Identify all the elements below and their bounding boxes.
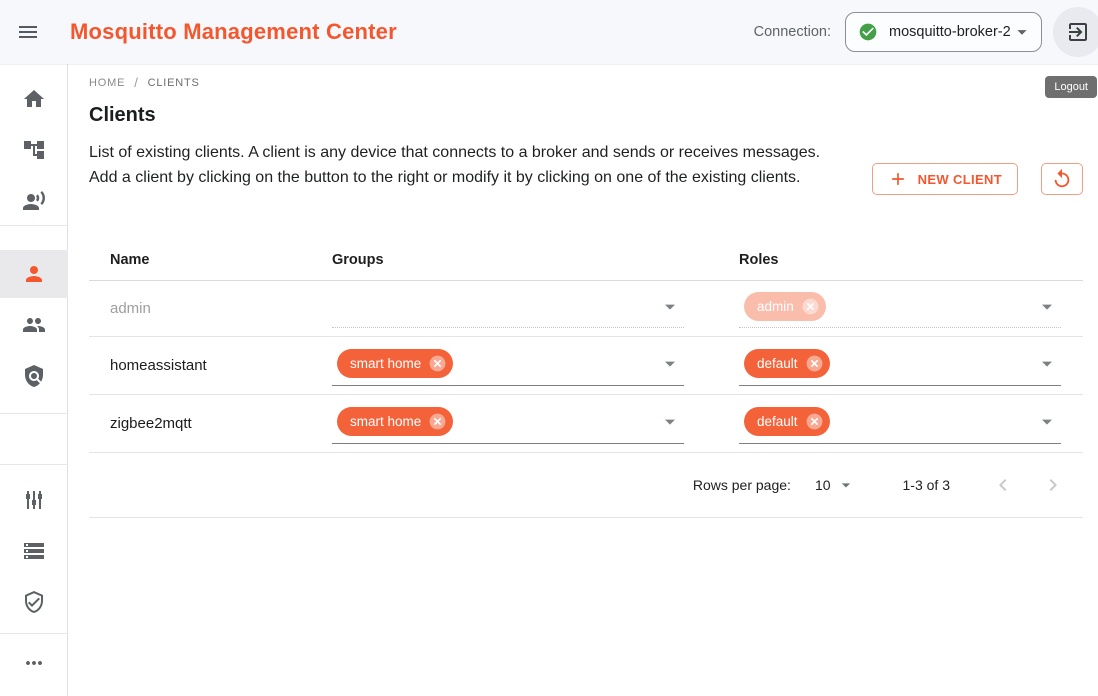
menu-button[interactable] bbox=[8, 12, 48, 52]
sidebar-item-roles[interactable] bbox=[0, 352, 68, 400]
page-title: Clients bbox=[89, 104, 156, 127]
group-chip-label: smart home bbox=[350, 414, 421, 429]
top-app-bar: Mosquitto Management Center Connection: … bbox=[0, 0, 1098, 64]
role-chip-label: default bbox=[757, 414, 798, 429]
role-chip[interactable]: default bbox=[744, 407, 830, 436]
page-actions: NEW CLIENT bbox=[872, 163, 1083, 195]
chevron-down-icon bbox=[658, 351, 682, 375]
sidebar-item-more[interactable] bbox=[0, 639, 68, 687]
topology-icon bbox=[22, 138, 46, 162]
connection-status-ok-icon bbox=[858, 22, 878, 42]
table-row[interactable]: zigbee2mqtt smart home default bbox=[89, 395, 1083, 453]
role-chip[interactable]: default bbox=[744, 349, 830, 378]
sidebar-item-security[interactable] bbox=[0, 578, 68, 626]
roles-select[interactable]: default bbox=[739, 395, 1061, 452]
person-icon bbox=[22, 262, 46, 286]
group-chip[interactable]: smart home bbox=[337, 407, 453, 436]
plus-icon bbox=[888, 169, 908, 189]
groups-select[interactable] bbox=[332, 281, 684, 336]
sidebar-divider bbox=[0, 633, 68, 634]
page-description: List of existing clients. A client is an… bbox=[89, 140, 826, 190]
logout-button[interactable] bbox=[1053, 7, 1098, 57]
client-name: zigbee2mqtt bbox=[110, 415, 332, 432]
client-name: homeassistant bbox=[110, 357, 332, 374]
breadcrumb: HOME / CLIENTS bbox=[89, 75, 200, 90]
policy-icon bbox=[22, 364, 46, 388]
sidebar-item-clients[interactable] bbox=[0, 250, 68, 298]
sidebar-item-logs[interactable] bbox=[0, 527, 68, 575]
app-window: Mosquitto Management Center Connection: … bbox=[0, 0, 1098, 696]
refresh-button[interactable] bbox=[1041, 163, 1083, 195]
chip-cancel-icon[interactable] bbox=[428, 354, 447, 373]
role-chip[interactable]: admin bbox=[744, 292, 826, 321]
sidebar-item-streams[interactable] bbox=[0, 177, 68, 225]
chip-cancel-icon[interactable] bbox=[805, 354, 824, 373]
roles-select[interactable]: admin bbox=[739, 281, 1061, 336]
logout-tooltip: Logout bbox=[1045, 76, 1097, 98]
rows-per-page-value: 10 bbox=[815, 477, 831, 493]
breadcrumb-home-link[interactable]: HOME bbox=[89, 77, 125, 89]
table-row[interactable]: admin admin bbox=[89, 281, 1083, 337]
chip-cancel-icon[interactable] bbox=[805, 412, 824, 431]
table-pagination: Rows per page: 10 1-3 of 3 bbox=[89, 453, 1083, 518]
sidebar-divider bbox=[0, 413, 68, 414]
previous-page-button[interactable] bbox=[986, 468, 1020, 502]
chevron-down-icon bbox=[1035, 294, 1059, 318]
table-header-row: Name Groups Roles bbox=[89, 240, 1083, 281]
sidebar-item-settings[interactable] bbox=[0, 476, 68, 524]
chevron-down-icon bbox=[1035, 351, 1059, 375]
sidebar-nav bbox=[0, 64, 68, 696]
sidebar-divider bbox=[0, 464, 68, 465]
main-content: HOME / CLIENTS Clients List of existing … bbox=[69, 64, 1098, 696]
group-chip-label: smart home bbox=[350, 356, 421, 371]
column-header-roles: Roles bbox=[739, 252, 1083, 268]
group-chip[interactable]: smart home bbox=[337, 349, 453, 378]
connection-value: mosquitto-broker-2 bbox=[889, 24, 1011, 40]
column-header-groups: Groups bbox=[332, 252, 739, 268]
storage-icon bbox=[22, 539, 46, 563]
chevron-down-icon bbox=[658, 409, 682, 433]
rows-per-page-select[interactable]: 10 bbox=[815, 475, 856, 495]
chevron-down-icon bbox=[658, 294, 682, 318]
groups-select[interactable]: smart home bbox=[332, 337, 684, 394]
breadcrumb-current: CLIENTS bbox=[148, 77, 200, 89]
logout-icon bbox=[1066, 20, 1090, 44]
role-chip-label: default bbox=[757, 356, 798, 371]
client-name: admin bbox=[110, 300, 332, 317]
breadcrumb-separator: / bbox=[134, 75, 138, 90]
chevron-down-icon bbox=[1035, 409, 1059, 433]
connection-select[interactable]: mosquitto-broker-2 bbox=[845, 12, 1042, 52]
table-row[interactable]: homeassistant smart home default bbox=[89, 337, 1083, 395]
sidebar-divider bbox=[0, 225, 68, 226]
home-icon bbox=[22, 87, 46, 111]
next-page-button[interactable] bbox=[1036, 468, 1070, 502]
chip-cancel-icon[interactable] bbox=[801, 297, 820, 316]
roles-select[interactable]: default bbox=[739, 337, 1061, 394]
chip-cancel-icon[interactable] bbox=[428, 412, 447, 431]
chevron-left-icon bbox=[991, 473, 1015, 497]
chevron-down-icon bbox=[1011, 21, 1033, 43]
record-voice-over-icon bbox=[22, 189, 46, 213]
more-horiz-icon bbox=[22, 651, 46, 675]
new-client-button-label: NEW CLIENT bbox=[918, 172, 1002, 187]
role-chip-label: admin bbox=[757, 299, 794, 314]
pagination-range: 1-3 of 3 bbox=[903, 477, 950, 493]
sidebar-item-home[interactable] bbox=[0, 75, 68, 123]
chevron-down-icon bbox=[836, 475, 856, 495]
people-icon bbox=[22, 313, 46, 337]
groups-select[interactable]: smart home bbox=[332, 395, 684, 452]
sidebar-item-groups[interactable] bbox=[0, 301, 68, 349]
hamburger-icon bbox=[16, 20, 40, 44]
sidebar-item-topology[interactable] bbox=[0, 126, 68, 174]
chevron-right-icon bbox=[1041, 473, 1065, 497]
refresh-icon bbox=[1051, 168, 1073, 190]
rows-per-page-label: Rows per page: bbox=[693, 477, 791, 493]
column-header-name: Name bbox=[110, 252, 332, 268]
clients-table: Name Groups Roles admin admin bbox=[89, 240, 1083, 518]
verified-user-icon bbox=[22, 590, 46, 614]
sliders-icon bbox=[22, 488, 46, 512]
app-title: Mosquitto Management Center bbox=[70, 19, 397, 45]
new-client-button[interactable]: NEW CLIENT bbox=[872, 163, 1018, 195]
connection-label: Connection: bbox=[754, 24, 831, 40]
